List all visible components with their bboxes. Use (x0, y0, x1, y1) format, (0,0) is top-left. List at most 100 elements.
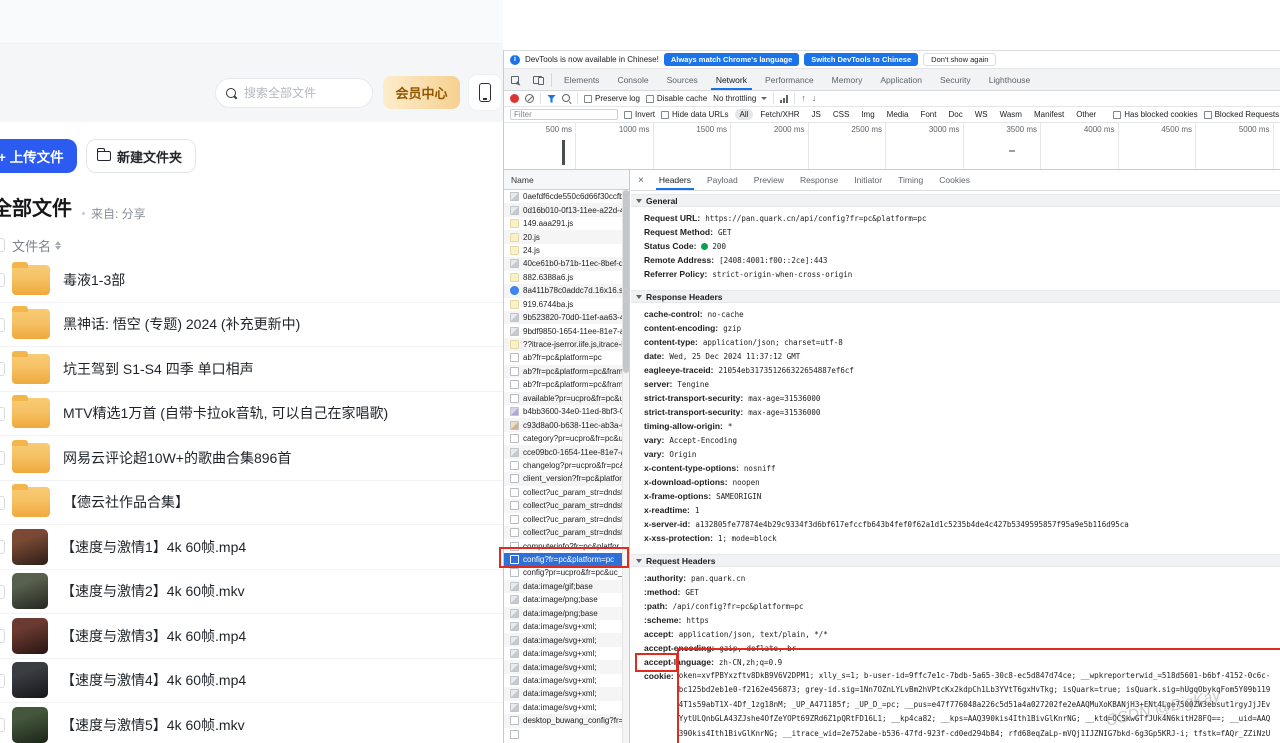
filter-icon[interactable] (547, 95, 556, 103)
preserve-log-checkbox[interactable]: Preserve log (584, 94, 640, 103)
file-checkbox[interactable] (0, 496, 5, 510)
filter-input[interactable] (510, 109, 618, 120)
details-tab-timing[interactable]: Timing (890, 170, 931, 190)
file-row[interactable]: 黑神话: 悟空 (专题) 2024 (补充更新中) (0, 303, 503, 348)
network-request-row[interactable]: c93d8a00-b638-11ec-ab3a-6 (504, 418, 629, 431)
network-request-row[interactable]: 919.6744ba.js (504, 298, 629, 311)
network-request-row[interactable]: data:image/svg+xml; (504, 674, 629, 687)
file-checkbox[interactable] (0, 629, 5, 643)
file-checkbox[interactable] (0, 318, 5, 332)
network-request-row[interactable]: ab?fr=pc&platform=pc&fram (504, 365, 629, 378)
file-checkbox[interactable] (0, 407, 5, 421)
devtools-tab-lighthouse[interactable]: Lighthouse (980, 69, 1040, 90)
network-request-row[interactable]: 9bdf9850-1654-11ee-81e7-a (504, 324, 629, 337)
file-checkbox[interactable] (0, 718, 5, 732)
export-har-icon[interactable]: ↓ (812, 94, 817, 103)
network-request-row[interactable]: data:image/svg+xml; (504, 620, 629, 633)
new-folder-button[interactable]: 新建文件夹 (86, 139, 196, 173)
network-request-row[interactable]: 24.js (504, 244, 629, 257)
devtools-tab-memory[interactable]: Memory (823, 69, 872, 90)
disable-cache-checkbox[interactable]: Disable cache (646, 94, 707, 103)
filter-type-font[interactable]: Font (915, 109, 941, 120)
network-request-row[interactable]: 0aefdf6cde550c6d66f30ccfbe (504, 190, 629, 203)
network-conditions-icon[interactable] (780, 95, 788, 103)
file-checkbox[interactable] (0, 273, 5, 287)
network-request-row[interactable]: collect?uc_param_str=dndsfrp (504, 499, 629, 512)
file-row[interactable]: 坑王驾到 S1-S4 四季 单口相声 (0, 347, 503, 392)
network-request-row[interactable]: data:image/svg+xml; (504, 687, 629, 700)
devtools-tab-elements[interactable]: Elements (555, 69, 608, 90)
filter-type-doc[interactable]: Doc (943, 109, 967, 120)
filter-type-media[interactable]: Media (882, 109, 914, 120)
details-tab-initiator[interactable]: Initiator (846, 170, 890, 190)
search-input[interactable] (244, 86, 354, 100)
network-request-row[interactable]: data:image/gif;base (504, 580, 629, 593)
network-request-row[interactable]: cce09bc0-1654-11ee-81e7-a (504, 445, 629, 458)
search-network-icon[interactable] (562, 94, 571, 103)
filter-type-all[interactable]: All (735, 109, 754, 120)
upload-file-button[interactable]: + 上传文件 (0, 139, 77, 173)
clear-icon[interactable] (525, 94, 534, 103)
file-row[interactable]: 网易云评论超10W+的歌曲合集896首 (0, 436, 503, 481)
network-request-row[interactable]: 9b523820-70d0-11ef-aa63-4 (504, 311, 629, 324)
select-all-checkbox[interactable] (0, 238, 5, 252)
record-button[interactable] (510, 94, 519, 103)
devtools-tab-application[interactable]: Application (871, 69, 931, 90)
network-request-row[interactable]: data:image/svg+xml; (504, 633, 629, 646)
network-request-row[interactable]: changelog?pr=ucpro&fr=pc& (504, 459, 629, 472)
filter-type-other[interactable]: Other (1071, 109, 1101, 120)
network-request-row[interactable]: data:image/svg+xml; (504, 701, 629, 714)
network-request-row[interactable]: computerinfo?fr=pc&platfor (504, 539, 629, 552)
filter-checkbox-blocked-requests[interactable]: Blocked Requests (1204, 110, 1279, 119)
network-request-row[interactable]: config?fr=pc&platform=pc (504, 553, 629, 566)
file-row[interactable]: 【速度与激情4】4k 60帧.mp4 (0, 659, 503, 704)
filter-type-ws[interactable]: WS (970, 109, 993, 120)
file-checkbox[interactable] (0, 585, 5, 599)
file-row[interactable]: 【德云社作品合集】 (0, 481, 503, 526)
mobile-app-button[interactable] (468, 74, 502, 111)
network-request-row[interactable]: 882.6388a6.js (504, 271, 629, 284)
network-request-row[interactable]: 20.js (504, 230, 629, 243)
network-request-row[interactable]: collect?uc_param_str=dndsfrp (504, 526, 629, 539)
filter-type-js[interactable]: JS (807, 109, 826, 120)
network-request-row[interactable]: data:image/svg+xml; (504, 647, 629, 660)
request-headers-section-header[interactable]: Request Headers (631, 554, 1280, 567)
switch-devtools-chinese-button[interactable]: Switch DevTools to Chinese (804, 53, 918, 66)
close-icon[interactable]: × (631, 175, 651, 186)
network-timeline-overview[interactable]: 500 ms1000 ms1500 ms2000 ms2500 ms3000 m… (504, 123, 1280, 170)
devtools-tab-performance[interactable]: Performance (756, 69, 823, 90)
filter-type-manifest[interactable]: Manifest (1029, 109, 1069, 120)
file-row[interactable]: 【速度与激情5】4k 60帧.mkv (0, 703, 503, 743)
always-match-language-button[interactable]: Always match Chrome's language (664, 53, 799, 66)
file-row[interactable]: 【速度与激情2】4k 60帧.mkv (0, 570, 503, 615)
filter-checkbox-has-blocked-cookies[interactable]: Has blocked cookies (1113, 110, 1197, 119)
vip-center-button[interactable]: 会员中心 (383, 76, 460, 109)
file-checkbox[interactable] (0, 451, 5, 465)
file-row[interactable]: MTV精选1万首 (自带卡拉ok音轨, 可以自己在家唱歌) (0, 392, 503, 437)
devtools-tab-network[interactable]: Network (707, 69, 756, 90)
network-request-row[interactable]: data:image/png;base (504, 607, 629, 620)
filter-type-css[interactable]: CSS (828, 109, 854, 120)
network-request-row[interactable]: 8a411b78c0addc7d.16x16.svg (504, 284, 629, 297)
network-request-row[interactable]: collect?uc_param_str=dndsfrp (504, 486, 629, 499)
network-request-row[interactable]: config?pr=ucpro&fr=pc&uc_ (504, 566, 629, 579)
network-request-row[interactable]: data:image/png;base (504, 593, 629, 606)
network-request-row[interactable]: available?pr=ucpro&fr=pc&u (504, 392, 629, 405)
file-row[interactable]: 【速度与激情1】4k 60帧.mp4 (0, 525, 503, 570)
scrollbar-thumb[interactable] (623, 190, 629, 373)
hide-data-urls-checkbox[interactable]: Hide data URLs (661, 110, 728, 119)
network-request-row[interactable]: desktop_buwang_config?fr=p (504, 714, 629, 727)
network-request-row[interactable]: 40ce61b0-b71b-11ec-8bef-d (504, 257, 629, 270)
file-row[interactable]: 毒液1-3部 (0, 258, 503, 303)
network-request-row[interactable]: client_version?fr=pc&platfor (504, 472, 629, 485)
import-har-icon[interactable]: ↑ (801, 94, 806, 103)
general-section-header[interactable]: General (631, 194, 1280, 207)
name-column-header[interactable]: Name (504, 170, 629, 190)
filename-column-header[interactable]: 文件名 (12, 236, 61, 255)
filter-type-fetch-xhr[interactable]: Fetch/XHR (755, 109, 804, 120)
network-request-row[interactable]: 149.aaa291.js (504, 217, 629, 230)
file-checkbox[interactable] (0, 540, 5, 554)
network-request-row[interactable]: ??itrace-jserror.iife.js,itrace-in (504, 338, 629, 351)
file-checkbox[interactable] (0, 674, 5, 688)
network-request-row[interactable]: data:image/svg+xml; (504, 660, 629, 673)
